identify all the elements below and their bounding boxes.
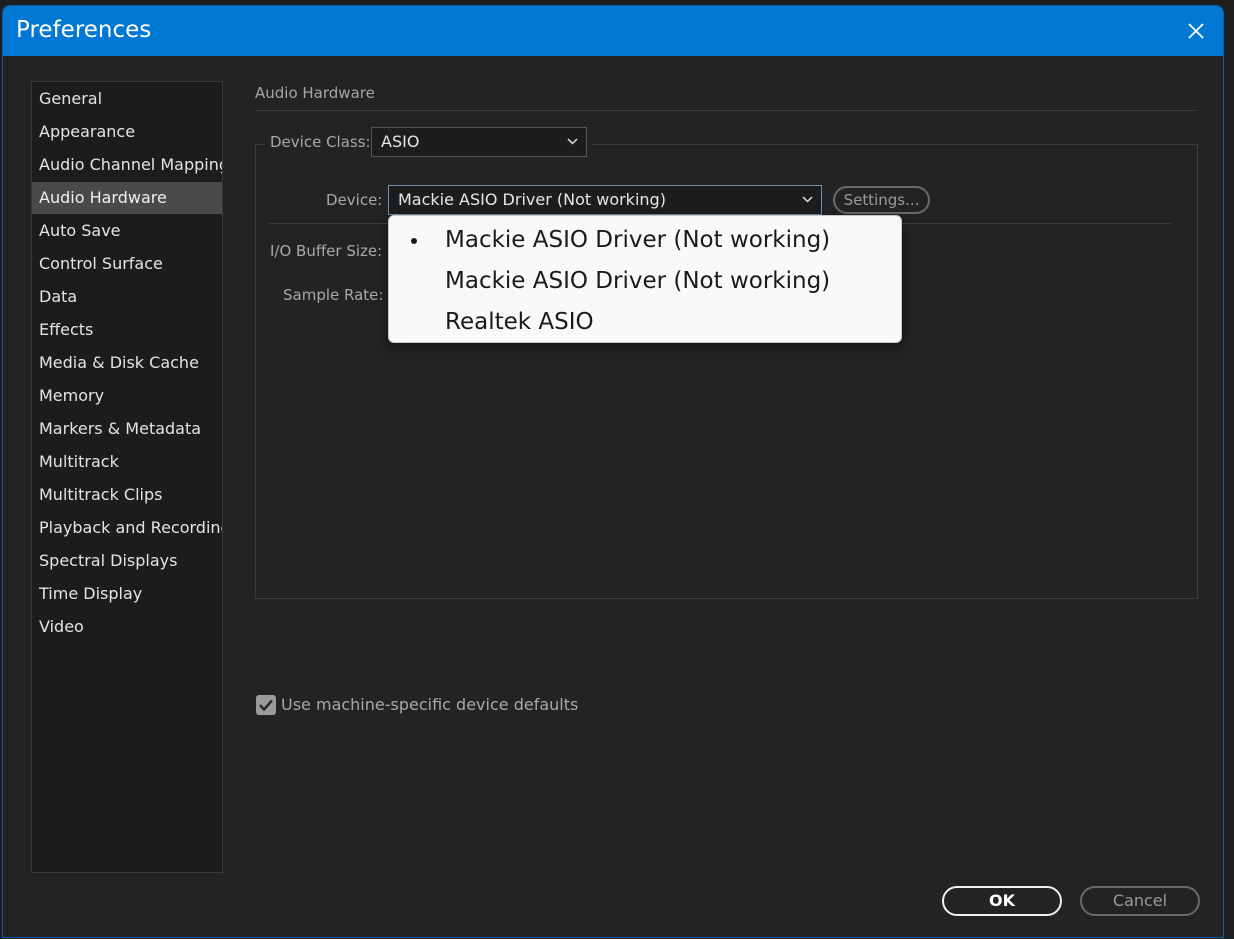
- sample-rate-label: Sample Rate:: [283, 286, 384, 304]
- section-title: Audio Hardware: [255, 84, 375, 102]
- selected-bullet-icon: [411, 238, 417, 244]
- title-bar: Preferences: [3, 6, 1223, 56]
- preferences-window: Preferences General Appearance Audio Cha…: [2, 5, 1224, 938]
- sidebar-item-control-surface[interactable]: Control Surface: [32, 248, 222, 280]
- sidebar-item-playback-recording[interactable]: Playback and Recording: [32, 512, 222, 544]
- sidebar-item-audio-hardware[interactable]: Audio Hardware: [32, 182, 222, 214]
- sidebar-item-effects[interactable]: Effects: [32, 314, 222, 346]
- section-divider: [255, 110, 1197, 111]
- machine-defaults-label[interactable]: Use machine-specific device defaults: [281, 695, 578, 714]
- cancel-button[interactable]: Cancel: [1080, 886, 1200, 916]
- window-title: Preferences: [16, 17, 152, 43]
- dropdown-option-label: Mackie ASIO Driver (Not working): [445, 227, 831, 253]
- close-icon[interactable]: [1181, 16, 1211, 46]
- sidebar-item-data[interactable]: Data: [32, 281, 222, 313]
- sidebar-item-general[interactable]: General: [32, 83, 222, 115]
- preferences-category-list: General Appearance Audio Channel Mapping…: [31, 81, 223, 873]
- sidebar-item-markers-metadata[interactable]: Markers & Metadata: [32, 413, 222, 445]
- sidebar-item-audio-channel-mapping[interactable]: Audio Channel Mapping: [32, 149, 222, 181]
- device-class-value: ASIO: [381, 132, 420, 151]
- sidebar-item-multitrack-clips[interactable]: Multitrack Clips: [32, 479, 222, 511]
- chevron-down-icon: [802, 196, 813, 203]
- ok-button[interactable]: OK: [942, 886, 1062, 916]
- dropdown-option-mackie-2[interactable]: Mackie ASIO Driver (Not working): [389, 261, 901, 301]
- sidebar-item-appearance[interactable]: Appearance: [32, 116, 222, 148]
- device-class-label: Device Class:: [270, 133, 371, 151]
- device-select[interactable]: Mackie ASIO Driver (Not working): [388, 185, 822, 215]
- sidebar-item-time-display[interactable]: Time Display: [32, 578, 222, 610]
- dropdown-option-label: Realtek ASIO: [445, 309, 594, 335]
- sidebar-item-multitrack[interactable]: Multitrack: [32, 446, 222, 478]
- device-value: Mackie ASIO Driver (Not working): [398, 190, 666, 209]
- device-label: Device:: [326, 191, 383, 209]
- checkmark-icon: [259, 699, 273, 712]
- machine-defaults-checkbox[interactable]: [256, 695, 276, 715]
- chevron-down-icon: [567, 138, 578, 145]
- dropdown-option-label: Mackie ASIO Driver (Not working): [445, 268, 831, 294]
- sidebar-item-spectral-displays[interactable]: Spectral Displays: [32, 545, 222, 577]
- io-buffer-size-label: I/O Buffer Size:: [270, 242, 383, 260]
- device-dropdown-menu: Mackie ASIO Driver (Not working) Mackie …: [388, 215, 902, 343]
- sidebar-item-auto-save[interactable]: Auto Save: [32, 215, 222, 247]
- sidebar-item-media-disk-cache[interactable]: Media & Disk Cache: [32, 347, 222, 379]
- device-class-select[interactable]: ASIO: [371, 127, 587, 157]
- sidebar-item-video[interactable]: Video: [32, 611, 222, 643]
- dropdown-option-mackie-1[interactable]: Mackie ASIO Driver (Not working): [389, 220, 901, 260]
- settings-button[interactable]: Settings...: [833, 186, 930, 214]
- dropdown-option-realtek[interactable]: Realtek ASIO: [389, 302, 901, 342]
- sidebar-item-memory[interactable]: Memory: [32, 380, 222, 412]
